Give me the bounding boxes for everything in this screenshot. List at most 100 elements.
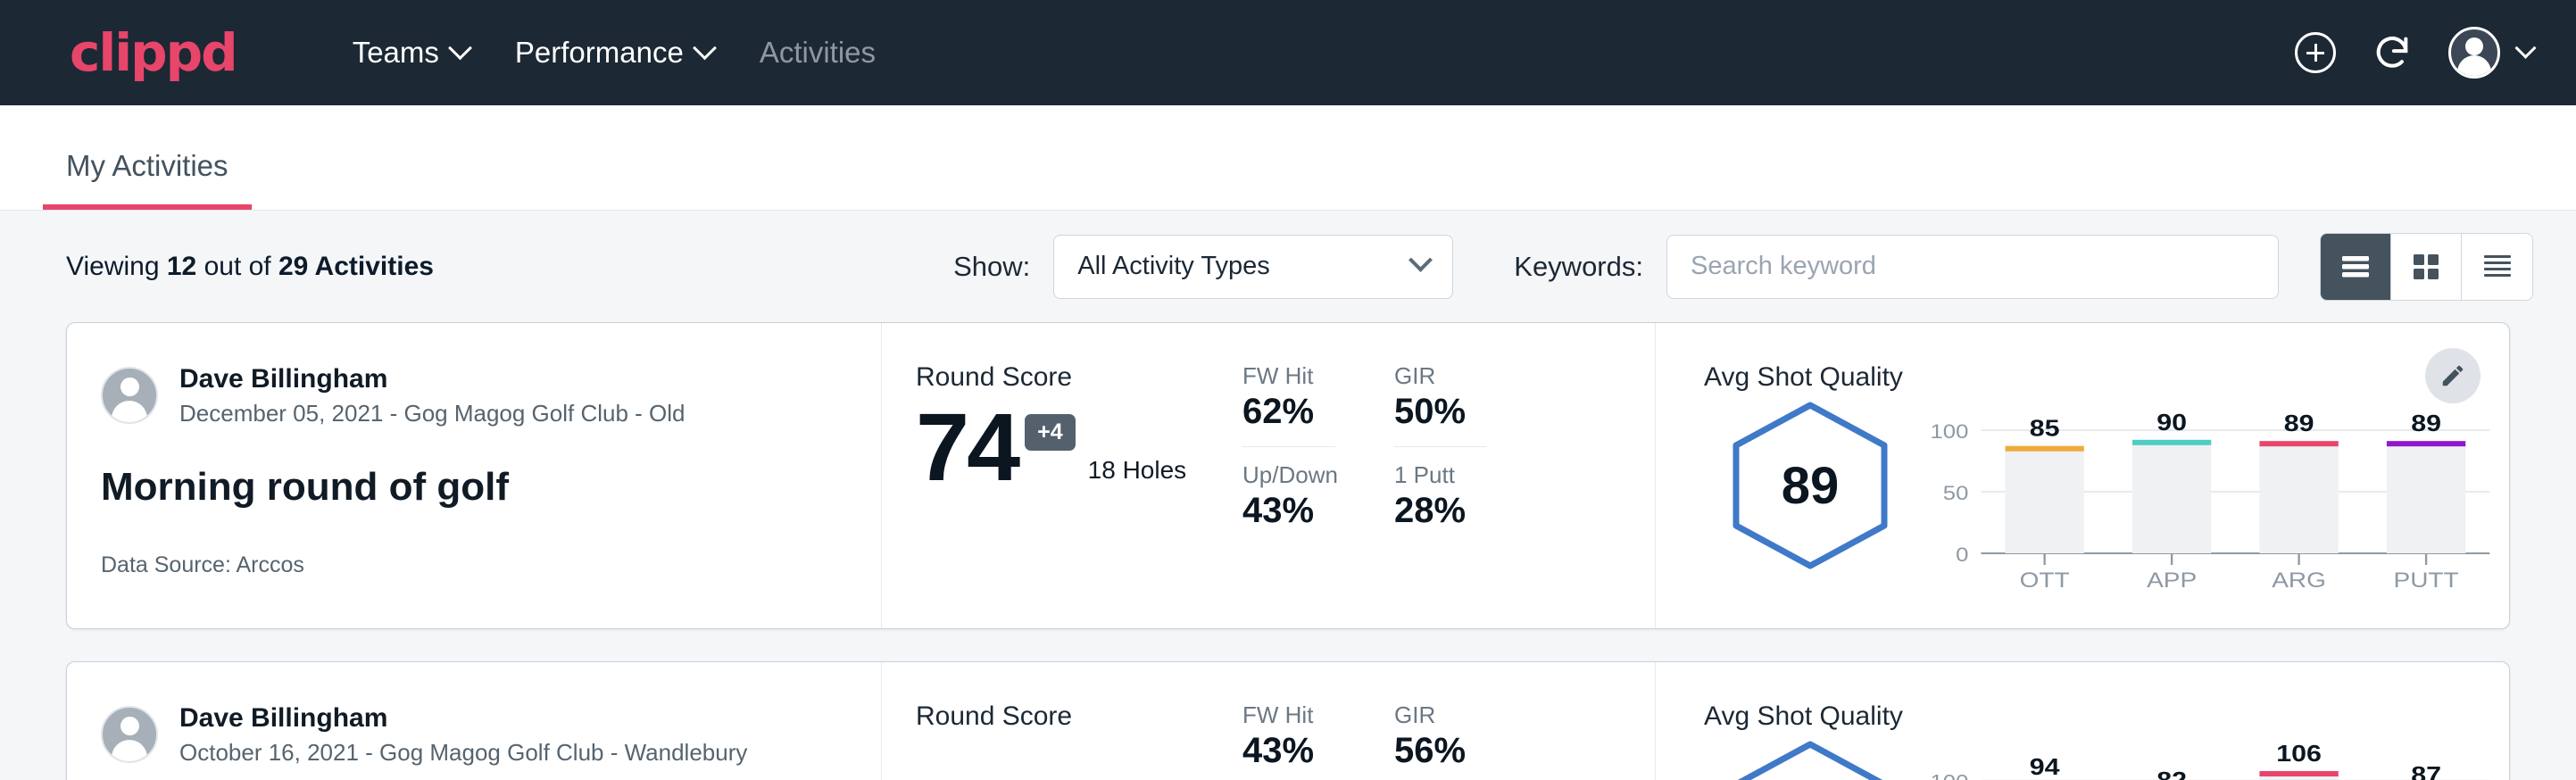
activity-author: Dave Billingham October 16, 2021 - Gog M… <box>101 701 881 768</box>
avg-shot-quality-label: Avg Shot Quality <box>1704 362 2509 393</box>
round-score-value-row: 74 +4 18 Holes <box>916 402 1242 494</box>
svg-text:85: 85 <box>2030 415 2060 441</box>
stat-value: 50% <box>1394 392 1487 432</box>
svg-text:89: 89 <box>2284 410 2314 436</box>
svg-text:89: 89 <box>2411 410 2441 436</box>
quality-score-value: 89 <box>1731 400 1890 571</box>
player-name: Dave Billingham <box>179 701 747 735</box>
nav-item-teams[interactable]: Teams <box>329 36 492 70</box>
filter-controls: Show: All Activity Types Keywords: <box>953 233 2533 301</box>
account-menu[interactable] <box>2448 27 2533 79</box>
quality-score-value <box>1731 739 1890 780</box>
holes-label: 18 Holes <box>1088 456 1187 485</box>
round-score-value: 74 <box>916 402 1018 494</box>
keywords-label: Keywords: <box>1514 251 1643 283</box>
stat-label: GIR <box>1394 362 1487 390</box>
quality-hexagon-wrap: 89 <box>1704 396 1916 571</box>
round-score-label: Round Score <box>916 701 1242 732</box>
grid-view-icon <box>2412 253 2440 281</box>
tab-my-activities[interactable]: My Activities <box>43 149 252 210</box>
nav-item-label: Activities <box>760 36 876 70</box>
score-to-par-badge: +4 <box>1025 414 1076 451</box>
stat-value: 56% <box>1394 731 1487 771</box>
round-score-column: Round Score <box>882 662 1242 780</box>
view-mode-list-button[interactable] <box>2321 234 2391 300</box>
edit-activity-button[interactable] <box>2425 348 2480 403</box>
chevron-down-icon <box>448 36 472 60</box>
avg-shot-quality-column: Avg Shot Quality 05010094OTT82APP106ARG8… <box>1656 662 2509 780</box>
avg-shot-quality-body: 05010094OTT82APP106ARG87PUTT <box>1704 735 2509 780</box>
search-input[interactable] <box>1666 235 2279 299</box>
svg-text:0: 0 <box>1956 544 1968 567</box>
activity-card[interactable]: Dave Billingham December 05, 2021 - Gog … <box>66 322 2510 629</box>
avatar <box>101 706 158 763</box>
bar-chart-svg: 05010094OTT82APP106ARG87PUTT <box>1916 739 2500 780</box>
stat-label: Up/Down <box>1242 461 1335 489</box>
activity-card[interactable]: Dave Billingham October 16, 2021 - Gog M… <box>66 661 2510 780</box>
viewing-count: 12 <box>167 252 196 281</box>
viewing-prefix: Viewing <box>66 252 167 281</box>
detail-view-icon <box>2482 253 2513 281</box>
activity-title: Morning round of golf <box>101 465 881 510</box>
quality-hexagon: 89 <box>1731 400 1890 571</box>
stat-value: 28% <box>1394 491 1487 531</box>
view-mode-toggle-group <box>2320 233 2533 301</box>
list-view-icon <box>2340 253 2371 280</box>
svg-text:106: 106 <box>2276 740 2322 766</box>
activity-list: Dave Billingham December 05, 2021 - Gog … <box>0 322 2576 780</box>
svg-text:87: 87 <box>2411 761 2441 780</box>
top-navigation-bar: clippd Teams Performance Activities <box>0 0 2576 105</box>
viewing-total: 29 Activities <box>278 252 434 281</box>
avg-shot-quality-column: Avg Shot Quality 89 05010085OTT90APP89AR… <box>1656 323 2509 628</box>
stat-fw-hit: FW Hit 43% <box>1242 701 1335 780</box>
svg-text:100: 100 <box>1931 421 1969 444</box>
activity-type-value: All Activity Types <box>1077 252 1269 281</box>
activity-author: Dave Billingham December 05, 2021 - Gog … <box>101 362 881 429</box>
view-mode-grid-button[interactable] <box>2391 234 2462 300</box>
stat-value: 43% <box>1242 731 1335 771</box>
account-avatar-icon <box>2448 27 2500 79</box>
player-name: Dave Billingham <box>179 362 686 396</box>
quality-hexagon <box>1731 739 1890 780</box>
tab-bar: My Activities <box>0 105 2576 211</box>
stat-value: 62% <box>1242 392 1335 432</box>
nav-item-label: Performance <box>515 36 684 70</box>
stat-label: FW Hit <box>1242 701 1335 729</box>
shot-quality-bar-chart: 05010094OTT82APP106ARG87PUTT <box>1916 739 2500 780</box>
svg-text:APP: APP <box>2147 568 2197 593</box>
clippd-logo[interactable]: clippd <box>70 27 237 79</box>
activity-meta: December 05, 2021 - Gog Magog Golf Club … <box>179 398 686 429</box>
stat-label: 1 Putt <box>1394 461 1487 489</box>
nav-item-performance[interactable]: Performance <box>492 36 736 70</box>
stat-one-putt: 1 Putt 28% <box>1394 461 1487 531</box>
stat-label: FW Hit <box>1242 362 1335 390</box>
refresh-icon[interactable] <box>2372 32 2413 73</box>
avg-shot-quality-label: Avg Shot Quality <box>1704 701 2509 732</box>
activity-type-select[interactable]: All Activity Types <box>1053 235 1453 299</box>
stat-gir: GIR 56% <box>1394 701 1487 780</box>
nav-item-activities[interactable]: Activities <box>736 36 899 70</box>
main-nav-items: Teams Performance Activities <box>329 36 899 70</box>
chevron-down-icon <box>2514 37 2536 58</box>
stat-value: 43% <box>1242 491 1335 531</box>
filter-toolbar: Viewing 12 out of 29 Activities Show: Al… <box>0 211 2576 322</box>
chevron-down-icon <box>1408 248 1433 272</box>
stat-label: GIR <box>1394 701 1487 729</box>
stat-up-down: Up/Down 43% <box>1242 461 1335 531</box>
activity-summary-column: Dave Billingham October 16, 2021 - Gog M… <box>67 662 882 780</box>
stats-column: FW Hit 62% GIR 50% Up/Down 43% 1 Putt 28… <box>1242 323 1656 628</box>
avatar <box>101 367 158 424</box>
svg-text:OTT: OTT <box>2020 568 2070 593</box>
stats-column: FW Hit 43% GIR 56% <box>1242 662 1656 780</box>
activity-meta: October 16, 2021 - Gog Magog Golf Club -… <box>179 737 747 768</box>
activity-summary-column: Dave Billingham December 05, 2021 - Gog … <box>67 323 882 628</box>
plus-circle-icon[interactable] <box>2295 32 2336 73</box>
svg-text:PUTT: PUTT <box>2394 568 2459 593</box>
show-label: Show: <box>953 251 1030 283</box>
svg-text:94: 94 <box>2030 753 2060 779</box>
quality-chart-wrap: 05010094OTT82APP106ARG87PUTT <box>1916 735 2509 780</box>
stat-fw-hit: FW Hit 62% <box>1242 362 1335 447</box>
quality-hexagon-wrap <box>1704 735 1916 780</box>
view-mode-detail-button[interactable] <box>2462 234 2532 300</box>
pencil-icon <box>2439 362 2466 389</box>
